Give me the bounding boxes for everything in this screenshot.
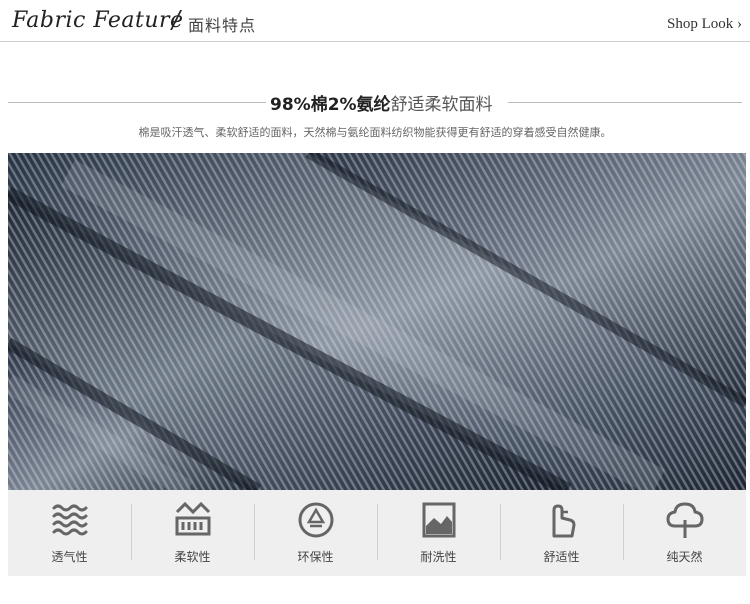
feature-label: 舒适性 xyxy=(543,550,580,564)
brand-separator: / xyxy=(172,6,181,34)
tree-icon xyxy=(666,502,703,538)
recycle-icon xyxy=(298,502,333,538)
feature-washable: 耐洗性 xyxy=(377,490,500,576)
wash-icon xyxy=(422,502,455,538)
title-divider-left xyxy=(8,102,266,103)
feature-label: 透气性 xyxy=(51,550,88,564)
feature-softness: 柔软性 xyxy=(131,490,254,576)
feature-natural: 纯天然 xyxy=(623,490,746,576)
fabric-composition: 98%棉2%氨纶 xyxy=(270,95,391,115)
wave-icon xyxy=(52,504,87,536)
feature-label: 环保性 xyxy=(297,550,334,564)
brand-title-en: Fabric Feature xyxy=(12,8,184,33)
title-divider-right xyxy=(508,102,742,103)
fabric-description: 棉是吸汗透气、柔软舒适的面料，天然棉与氨纶面料纺织物能获得更有舒适的穿着感受自然… xyxy=(138,126,612,139)
feature-label: 柔软性 xyxy=(174,550,211,564)
denim-fabric-photo xyxy=(8,153,746,490)
feature-label: 纯天然 xyxy=(666,550,703,564)
feature-icons-bar: 透气性 柔软性 环保性 耐洗性 舒适性 纯天然 xyxy=(8,490,746,576)
feature-eco: 环保性 xyxy=(254,490,377,576)
soft-icon xyxy=(175,501,210,536)
section-title: 98%棉2%氨纶舒适柔软面料 xyxy=(8,90,742,115)
header: Fabric Feature / 面料特点 Shop Look › xyxy=(0,0,750,42)
hand-icon xyxy=(552,504,575,538)
brand-title-cn: 面料特点 xyxy=(188,16,257,35)
fabric-tagline: 舒适柔软面料 xyxy=(390,95,493,115)
shop-look-link[interactable]: Shop Look › xyxy=(667,16,742,33)
section-title-text: 98%棉2%氨纶舒适柔软面料 xyxy=(270,90,493,115)
feature-label: 耐洗性 xyxy=(420,550,457,564)
feature-comfort: 舒适性 xyxy=(500,490,623,576)
feature-breathable: 透气性 xyxy=(8,490,131,576)
